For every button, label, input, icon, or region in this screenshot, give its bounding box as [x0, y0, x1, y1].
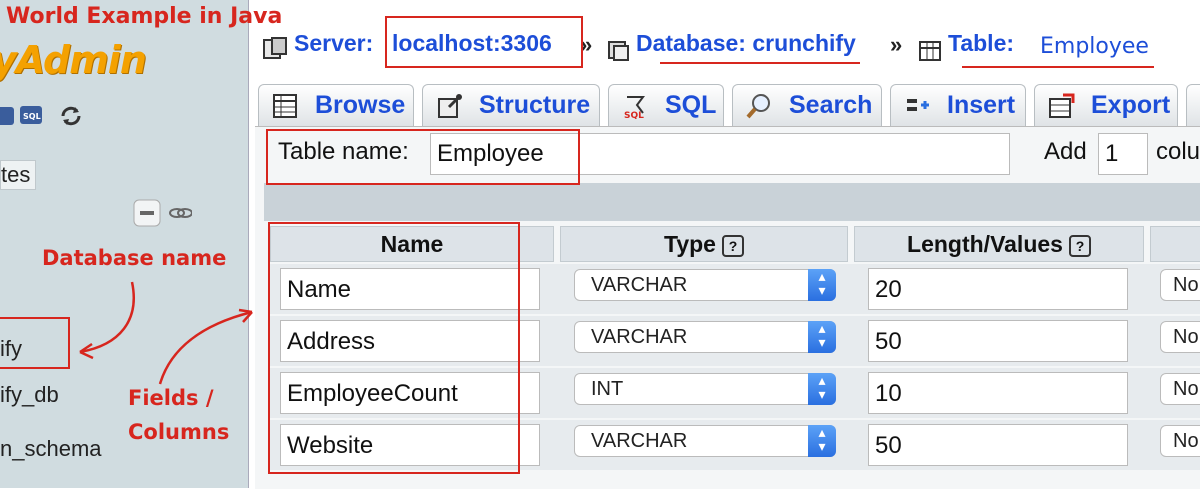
- columns-label: colu: [1156, 138, 1200, 165]
- annotation-fields: Fields /: [128, 386, 214, 410]
- tab-structure-label: Structure: [479, 91, 591, 119]
- help-icon[interactable]: ?: [721, 234, 744, 257]
- column-type-value: VARCHAR: [591, 430, 688, 452]
- column-default-select[interactable]: No: [1160, 425, 1200, 457]
- form-band: [264, 183, 1200, 221]
- header-length-label: Length/Values: [907, 231, 1063, 257]
- server-icon: [263, 37, 287, 59]
- add-label: Add: [1044, 138, 1087, 165]
- sql-icon: SQL: [624, 96, 645, 119]
- app-logo: yAdmin: [0, 38, 147, 82]
- select-arrows-icon: ▴ ▾: [808, 425, 836, 457]
- annotation-columns: Columns: [128, 420, 230, 444]
- breadcrumb-table-value[interactable]: Employee: [1040, 34, 1149, 59]
- column-type-value: VARCHAR: [591, 274, 688, 296]
- column-length-input[interactable]: 10: [868, 372, 1128, 414]
- collapse-link-icons: [133, 199, 192, 227]
- select-arrows-icon: ▴ ▾: [808, 373, 836, 405]
- structure-icon: [438, 94, 462, 118]
- breadcrumb-database[interactable]: Database: crunchify: [636, 30, 856, 57]
- database-icon: [608, 41, 629, 61]
- insert-icon: [907, 99, 929, 111]
- annotation-database-name: Database name: [42, 246, 227, 270]
- tab-sql-label: SQL: [665, 91, 717, 119]
- select-arrows-icon: ▴ ▾: [808, 269, 836, 301]
- column-type-select[interactable]: INT ▴ ▾: [574, 373, 836, 405]
- tab-insert[interactable]: Insert: [890, 84, 1026, 126]
- header-length: Length/Values?: [854, 226, 1144, 262]
- select-arrows-icon: ▴ ▾: [808, 321, 836, 353]
- reload-icon[interactable]: [58, 104, 84, 128]
- header-type-label: Type: [664, 231, 716, 257]
- banner-title: World Example in Java: [6, 4, 283, 29]
- column-length-input[interactable]: 50: [868, 424, 1128, 466]
- export-icon: [1049, 93, 1075, 118]
- tab-insert-label: Insert: [947, 91, 1016, 119]
- annotation-box-table-name: [266, 129, 580, 185]
- sidebar-db-crunchify-db[interactable]: ify_db: [0, 382, 59, 408]
- column-default-select[interactable]: No: [1160, 321, 1200, 353]
- browse-icon: [273, 94, 297, 118]
- svg-text:SQL: SQL: [624, 111, 644, 119]
- column-length-input[interactable]: 50: [868, 320, 1128, 362]
- column-type-value: INT: [591, 378, 624, 400]
- sidebar: yAdmin SQL tes ify ify_db n_schema: [0, 0, 249, 488]
- tab-search-label: Search: [789, 91, 873, 119]
- svg-text:SQL: SQL: [23, 112, 41, 121]
- column-type-select[interactable]: VARCHAR ▴ ▾: [574, 269, 836, 301]
- sidebar-db-schema[interactable]: n_schema: [0, 436, 102, 462]
- tab-browse[interactable]: Browse: [258, 84, 414, 126]
- annotation-underline-database: [660, 62, 860, 64]
- tab-search[interactable]: Search: [732, 84, 882, 126]
- annotation-underline-table: [962, 66, 1154, 68]
- header-type: Type?: [560, 226, 848, 262]
- annotation-box-server: [385, 16, 583, 68]
- annotation-box-columns: [268, 222, 520, 474]
- breadcrumb-separator: »: [890, 32, 903, 57]
- sidebar-tab[interactable]: tes: [0, 160, 36, 190]
- header-default: [1150, 226, 1200, 262]
- tab-export-label: Export: [1091, 91, 1171, 119]
- help-icon[interactable]: ?: [1068, 234, 1091, 257]
- breadcrumb-table-label[interactable]: Table:: [948, 30, 1014, 57]
- tab-browse-label: Browse: [315, 91, 406, 119]
- column-type-select[interactable]: VARCHAR ▴ ▾: [574, 425, 836, 457]
- column-default-select[interactable]: No: [1160, 269, 1200, 301]
- column-type-value: VARCHAR: [591, 326, 688, 348]
- column-type-select[interactable]: VARCHAR ▴ ▾: [574, 321, 836, 353]
- home-icon[interactable]: [0, 104, 18, 128]
- tab-more[interactable]: [1186, 84, 1200, 126]
- tab-sql[interactable]: SQL SQL: [608, 84, 724, 126]
- tab-export[interactable]: Export: [1034, 84, 1178, 126]
- table-icon: [919, 41, 941, 61]
- sql-query-icon[interactable]: SQL: [18, 104, 44, 128]
- annotation-box-database: [0, 317, 70, 369]
- column-default-select[interactable]: No: [1160, 373, 1200, 405]
- add-columns-input[interactable]: 1: [1098, 133, 1148, 175]
- breadcrumb-server-label[interactable]: Server:: [294, 30, 373, 57]
- search-icon: [746, 94, 770, 119]
- tab-structure[interactable]: Structure: [422, 84, 600, 126]
- column-length-input[interactable]: 20: [868, 268, 1128, 310]
